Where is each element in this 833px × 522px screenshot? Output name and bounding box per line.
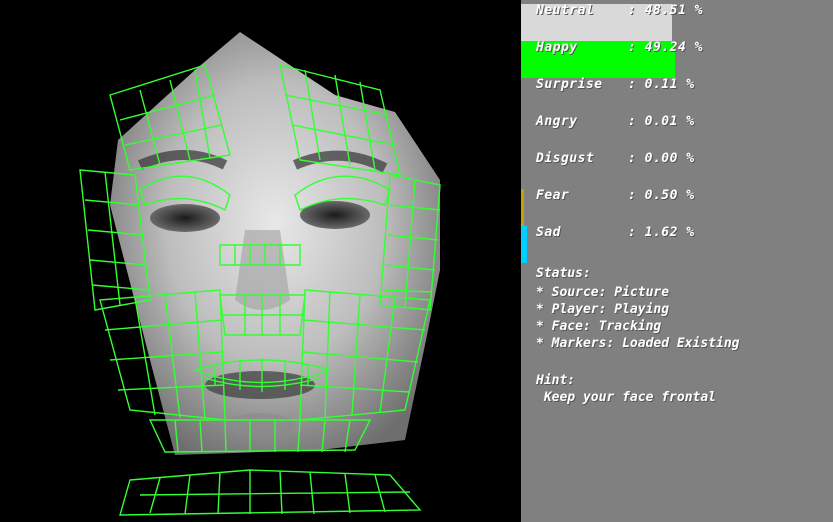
angry-label: Angry: [536, 114, 578, 129]
separator: :: [628, 40, 645, 55]
disgust-label: Disgust: [536, 151, 595, 166]
status-title: Status:: [536, 266, 591, 281]
separator: :: [628, 77, 645, 92]
angry-value: 0.01 %: [644, 114, 695, 129]
separator: :: [628, 225, 645, 240]
sad-level-bar: [521, 226, 527, 263]
fear-level-bar: [521, 189, 524, 226]
surprise-row: Surprise: 0.11 %: [536, 77, 695, 92]
disgust-row: Disgust: 0.00 %: [536, 151, 695, 166]
happy-label: Happy: [536, 40, 578, 55]
sad-row: Sad: 1.62 %: [536, 225, 695, 240]
status-face: * Face: Tracking: [536, 319, 662, 334]
sad-value: 1.62 %: [644, 225, 695, 240]
disgust-value: 0.00 %: [644, 151, 695, 166]
face-picture: [79, 32, 441, 516]
neutral-row: Neutral: 48.51 %: [536, 3, 703, 18]
fear-row: Fear: 0.50 %: [536, 188, 695, 203]
happy-value: 49.24 %: [644, 40, 703, 55]
surprise-label: Surprise: [536, 77, 603, 92]
status-markers: * Markers: Loaded Existing: [536, 336, 740, 351]
surprise-value: 0.11 %: [644, 77, 695, 92]
hint-title: Hint:: [536, 373, 576, 388]
sad-label: Sad: [536, 225, 561, 240]
happy-row: Happy: 49.24 %: [536, 40, 703, 55]
camera-viewport: [0, 0, 521, 522]
left-eye: [150, 204, 220, 232]
emotion-panel: Neutral: 48.51 % Happy: 49.24 % Surprise: …: [521, 0, 833, 522]
angry-row: Angry: 0.01 %: [536, 114, 695, 129]
status-player: * Player: Playing: [536, 302, 670, 317]
separator: :: [628, 188, 645, 203]
hint-text: Keep your face frontal: [536, 390, 717, 405]
neutral-label: Neutral: [536, 3, 595, 18]
status-source: * Source: Picture: [536, 285, 670, 300]
fear-label: Fear: [536, 188, 570, 203]
separator: :: [628, 3, 645, 18]
fear-value: 0.50 %: [644, 188, 695, 203]
separator: :: [628, 114, 645, 129]
neutral-value: 48.51 %: [644, 3, 703, 18]
separator: :: [628, 151, 645, 166]
